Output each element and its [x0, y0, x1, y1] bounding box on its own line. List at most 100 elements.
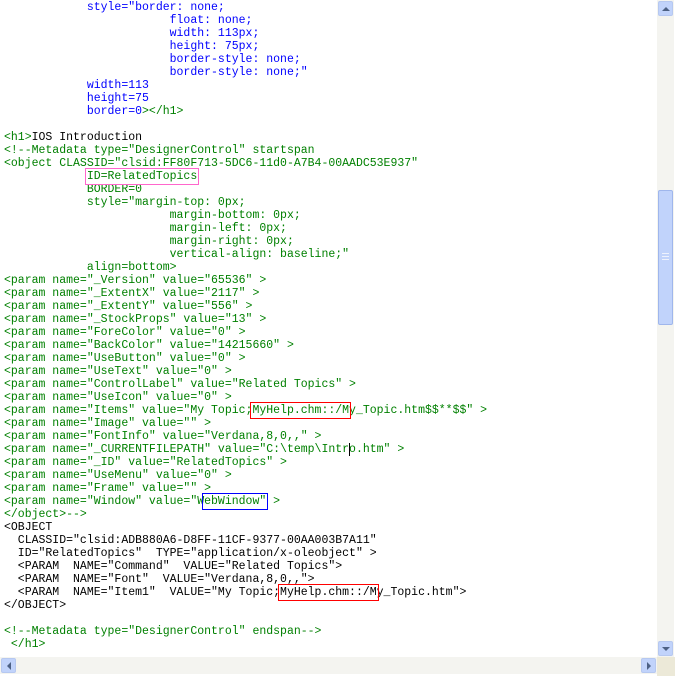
- code-line[interactable]: <param name="FontInfo" value="Verdana,8,…: [4, 430, 321, 443]
- code-token: <param name="Frame" value="" >: [4, 482, 212, 495]
- arrow-left-icon[interactable]: [1, 658, 16, 673]
- arrow-right-icon[interactable]: [641, 658, 656, 673]
- code-line[interactable]: border=0></h1>: [4, 105, 184, 118]
- code-token: <param name="FontInfo" value="Verdana,8,…: [4, 430, 322, 443]
- arrow-down-icon[interactable]: [658, 641, 673, 656]
- code-line[interactable]: margin-left: 0px;: [4, 222, 287, 235]
- code-token: <param name="Items" value="My Topic;MyHe…: [4, 404, 488, 417]
- code-line[interactable]: <param name="Window" value="WebWindow" >: [4, 495, 280, 508]
- code-line[interactable]: <PARAM NAME="Command" VALUE="Related Top…: [4, 560, 342, 573]
- code-token: <OBJECT: [4, 521, 53, 534]
- code-token: border-style: none;: [4, 53, 301, 66]
- code-line[interactable]: <param name="Items" value="My Topic;MyHe…: [4, 404, 487, 417]
- code-line[interactable]: width=113: [4, 79, 149, 92]
- code-line[interactable]: margin-bottom: 0px;: [4, 209, 301, 222]
- code-line[interactable]: border-style: none;": [4, 66, 308, 79]
- horizontal-scrollbar[interactable]: [0, 657, 657, 674]
- code-line[interactable]: <param name="ForeColor" value="0" >: [4, 326, 246, 339]
- code-line[interactable]: <param name="UseButton" value="0" >: [4, 352, 246, 365]
- code-line[interactable]: <h1>IOS Introduction: [4, 131, 142, 144]
- code-token: <PARAM NAME="Font" VALUE="Verdana,8,0,,"…: [4, 573, 315, 586]
- code-token: style="margin-top: 0px;: [4, 196, 246, 209]
- code-line[interactable]: <object CLASSID="clsid:FF80F713-5DC6-11d…: [4, 157, 418, 170]
- code-line[interactable]: <param name="ControlLabel" value="Relate…: [4, 378, 356, 391]
- code-line[interactable]: <param name="_ExtentX" value="2117" >: [4, 287, 259, 300]
- code-token: <param name="_ExtentY" value="556" >: [4, 300, 253, 313]
- code-token: <param name="BackColor" value="14215660"…: [4, 339, 294, 352]
- vertical-scroll-thumb[interactable]: [658, 190, 673, 325]
- code-token: ID="RelatedTopics" TYPE="application/x-o…: [4, 547, 377, 560]
- code-line[interactable]: CLASSID="clsid:ADB880A6-D8FF-11CF-9377-0…: [4, 534, 377, 547]
- code-token: height: 75px;: [4, 40, 260, 53]
- code-token: <param name="ControlLabel" value="Relate…: [4, 378, 356, 391]
- code-line[interactable]: </object>-->: [4, 508, 87, 521]
- code-token: margin-right: 0px;: [4, 235, 294, 248]
- code-line[interactable]: border-style: none;: [4, 53, 301, 66]
- code-token: <param name="_Version" value="65536" >: [4, 274, 267, 287]
- code-line[interactable]: ID=RelatedTopics: [4, 170, 197, 183]
- code-line[interactable]: margin-right: 0px;: [4, 235, 294, 248]
- code-line[interactable]: <!--Metadata type="DesignerControl" star…: [4, 144, 315, 157]
- code-line[interactable]: vertical-align: baseline;": [4, 248, 349, 261]
- code-token: </object>-->: [4, 508, 87, 521]
- code-token: width=113: [4, 79, 149, 92]
- code-token: <param name="Window" value="WebWindow" >: [4, 495, 281, 508]
- code-token: style="border: none;: [4, 1, 225, 14]
- code-line[interactable]: <param name="Frame" value="" >: [4, 482, 211, 495]
- code-line[interactable]: width: 113px;: [4, 27, 260, 40]
- code-line[interactable]: align=bottom>: [4, 261, 177, 274]
- code-token: <param name="UseText" value="0" >: [4, 365, 232, 378]
- code-token: ></h1>: [142, 105, 184, 118]
- scrollbar-corner: [657, 657, 675, 676]
- code-token: margin-bottom: 0px;: [4, 209, 301, 222]
- code-line[interactable]: </OBJECT>: [4, 599, 66, 612]
- vertical-scrollbar[interactable]: [657, 0, 674, 657]
- code-line[interactable]: <param name="UseIcon" value="0" >: [4, 391, 232, 404]
- code-token: <!--Metadata type="DesignerControl" ends…: [4, 625, 322, 638]
- code-line[interactable]: <OBJECT: [4, 521, 52, 534]
- code-line[interactable]: BORDER=0: [4, 183, 142, 196]
- code-token: <param name="_ExtentX" value="2117" >: [4, 287, 260, 300]
- code-token: <h1>: [4, 131, 32, 144]
- code-line[interactable]: height=75: [4, 92, 149, 105]
- code-line[interactable]: <param name="UseText" value="0" >: [4, 365, 232, 378]
- code-line[interactable]: style="border: none;: [4, 1, 225, 14]
- code-token: vertical-align: baseline;": [4, 248, 350, 261]
- code-token: <PARAM NAME="Command" VALUE="Related Top…: [4, 560, 343, 573]
- code-token: height=75: [4, 92, 149, 105]
- code-token: </h1>: [4, 638, 46, 651]
- code-line[interactable]: height: 75px;: [4, 40, 260, 53]
- code-line[interactable]: <param name="UseMenu" value="0" >: [4, 469, 232, 482]
- code-token: <param name="ForeColor" value="0" >: [4, 326, 246, 339]
- code-token: float: none;: [4, 14, 253, 27]
- code-token: <param name="Image" value="" >: [4, 417, 212, 430]
- code-token: margin-left: 0px;: [4, 222, 287, 235]
- code-line[interactable]: <param name="_ExtentY" value="556" >: [4, 300, 252, 313]
- arrow-up-icon[interactable]: [658, 1, 673, 16]
- code-token: ID=RelatedTopics: [4, 170, 198, 183]
- code-line[interactable]: float: none;: [4, 14, 253, 27]
- code-token: border=0: [4, 105, 143, 118]
- code-line[interactable]: <param name="Image" value="" >: [4, 417, 211, 430]
- code-editor[interactable]: style="border: none; float: none; width:…: [0, 0, 657, 657]
- code-token: CLASSID="clsid:ADB880A6-D8FF-11CF-9377-0…: [4, 534, 377, 547]
- code-token: <object CLASSID="clsid:FF80F713-5DC6-11d…: [4, 157, 419, 170]
- code-token: <!--Metadata type="DesignerControl" star…: [4, 144, 315, 157]
- code-token: <param name="_CURRENTFILEPATH" value="C:…: [4, 443, 405, 456]
- code-line[interactable]: <PARAM NAME="Item1" VALUE="My Topic;MyHe…: [4, 586, 467, 599]
- code-token: border-style: none;": [4, 66, 308, 79]
- code-line[interactable]: <param name="BackColor" value="14215660"…: [4, 339, 294, 352]
- code-line[interactable]: <param name="_Version" value="65536" >: [4, 274, 266, 287]
- code-line[interactable]: <!--Metadata type="DesignerControl" ends…: [4, 625, 321, 638]
- code-line[interactable]: </h1>: [4, 638, 46, 651]
- code-line[interactable]: ID="RelatedTopics" TYPE="application/x-o…: [4, 547, 377, 560]
- code-line[interactable]: <param name="_StockProps" value="13" >: [4, 313, 266, 326]
- code-token: BORDER=0: [4, 183, 143, 196]
- code-token: align=bottom>: [4, 261, 177, 274]
- code-line[interactable]: <PARAM NAME="Font" VALUE="Verdana,8,0,,"…: [4, 573, 315, 586]
- code-token: IOS Introduction: [31, 131, 143, 144]
- code-line[interactable]: <param name="_CURRENTFILEPATH" value="C:…: [4, 443, 404, 456]
- code-line[interactable]: style="margin-top: 0px;: [4, 196, 246, 209]
- text-caret: [349, 443, 351, 456]
- code-line[interactable]: <param name="_ID" value="RelatedTopics" …: [4, 456, 287, 469]
